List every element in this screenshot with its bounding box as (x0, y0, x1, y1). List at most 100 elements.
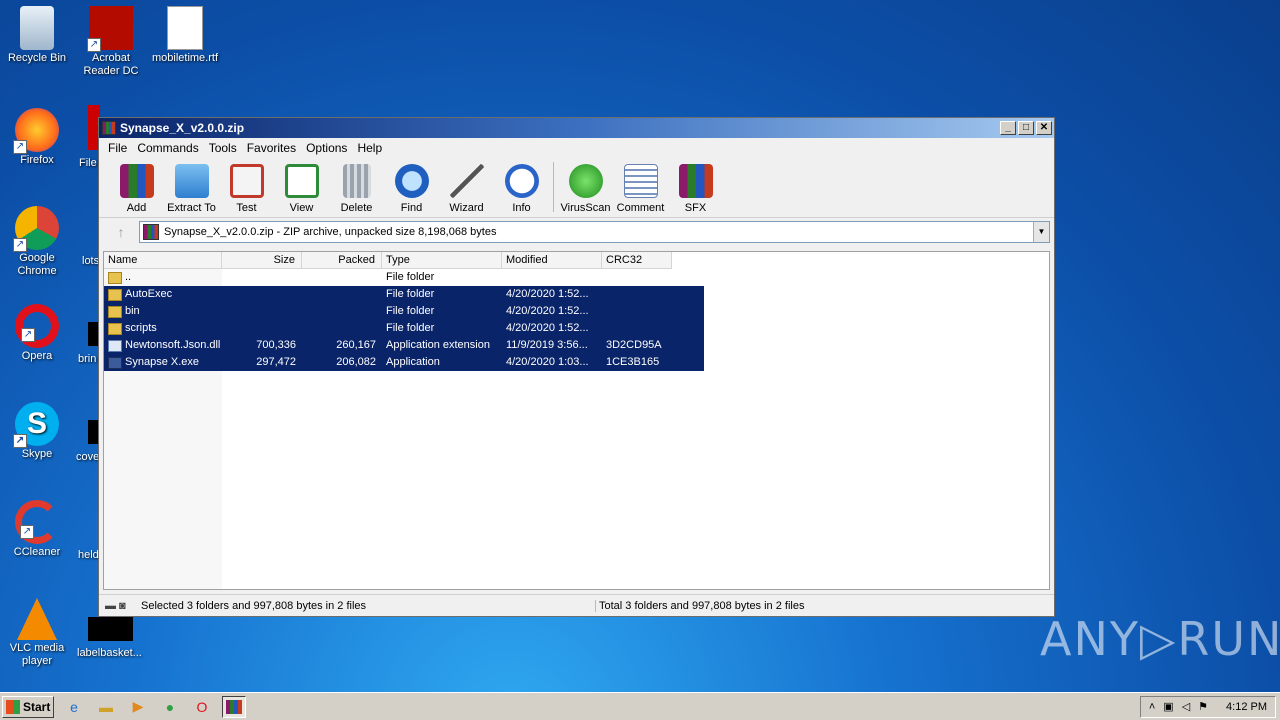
volume-icon[interactable]: ◁ (1182, 700, 1190, 713)
desktop-icon-recycle-bin[interactable]: Recycle Bin (0, 6, 74, 65)
explorer-folder-icon[interactable]: ▬ (94, 696, 118, 718)
file-name-cell: Synapse X.exe (104, 354, 222, 371)
window-titlebar[interactable]: Synapse_X_v2.0.0.zip _ □ ✕ (99, 118, 1054, 138)
info-icon (504, 164, 539, 198)
menu-tools[interactable]: Tools (204, 141, 242, 155)
wizard-button[interactable]: Wizard (439, 162, 494, 214)
size-cell (222, 303, 302, 320)
extract-folder-icon (174, 164, 209, 198)
type-cell: File folder (386, 288, 435, 300)
status-total: Total 3 folders and 997,808 bytes in 2 f… (599, 599, 805, 612)
network-icon[interactable]: ▣ (1163, 700, 1173, 713)
add-button[interactable]: Add (109, 162, 164, 214)
size-cell: 700,336 (256, 339, 296, 351)
archive-path-field[interactable]: Synapse_X_v2.0.0.zip - ZIP archive, unpa… (139, 221, 1050, 243)
menu-favorites[interactable]: Favorites (242, 141, 301, 155)
menu-help[interactable]: Help (352, 141, 387, 155)
maximize-button[interactable]: □ (1018, 121, 1034, 135)
table-row[interactable]: .. File folder (104, 269, 704, 286)
packed-cell (302, 269, 382, 286)
view-button[interactable]: View (274, 162, 329, 214)
table-row[interactable]: Synapse X.exe 297,472 206,082 Application 4/… (104, 354, 704, 371)
delete-button[interactable]: Delete (329, 162, 384, 214)
modified-cell: 4/20/2020 1:52... (506, 288, 589, 300)
wizard-wand-icon (449, 164, 484, 198)
desktop-icon-firefox[interactable]: ↗ Firefox (0, 108, 74, 167)
find-button[interactable]: Find (384, 162, 439, 214)
menu-commands[interactable]: Commands (132, 141, 203, 155)
close-button[interactable]: ✕ (1036, 121, 1052, 135)
modified-cell (502, 269, 602, 286)
modified-cell: 11/9/2019 3:56... (506, 339, 588, 351)
packed-cell: 206,082 (336, 356, 376, 368)
col-name[interactable]: Name (104, 252, 222, 268)
desktop-icon-mobiletime[interactable]: mobiletime.rtf (148, 6, 222, 65)
winrar-icon (102, 121, 116, 135)
test-button[interactable]: Test (219, 162, 274, 214)
ie-icon[interactable]: e (62, 696, 86, 718)
desktop-icon-acrobat[interactable]: ↗ Acrobat Reader DC (74, 6, 148, 78)
media-player-icon[interactable]: ▶ (126, 696, 150, 718)
opera-taskbar-icon[interactable]: O (190, 696, 214, 718)
crc32-cell (602, 320, 672, 337)
minimize-button[interactable]: _ (1000, 121, 1016, 135)
status-selected: Selected 3 folders and 997,808 bytes in … (141, 599, 596, 612)
file-name-cell: .. (104, 269, 222, 286)
windows-logo-icon (6, 699, 20, 714)
trash-icon (342, 164, 371, 198)
desktop-icon-chrome[interactable]: ↗ Google Chrome (0, 206, 74, 278)
test-clipboard-icon (229, 164, 264, 198)
desktop-icon-labelbasket[interactable] (88, 617, 133, 641)
file-list[interactable]: Name Size Packed Type Modified CRC32 .. F… (103, 251, 1050, 590)
sfx-button[interactable]: SFX (668, 162, 723, 214)
desktop-icon-vlc[interactable]: VLC media player (0, 598, 74, 668)
opera-icon: ↗ (15, 304, 59, 348)
type-cell: File folder (386, 271, 435, 283)
virus-scan-icon (568, 164, 603, 198)
comment-icon (623, 164, 658, 198)
comment-button[interactable]: Comment (613, 162, 668, 214)
virusscan-button[interactable]: VirusScan (558, 162, 613, 214)
col-modified[interactable]: Modified (502, 252, 602, 268)
col-type[interactable]: Type (382, 252, 502, 268)
skype-icon: S ↗ (13, 402, 59, 448)
col-size[interactable]: Size (222, 252, 302, 268)
chrome-taskbar-icon[interactable]: ● (158, 696, 182, 718)
desktop-icon-opera[interactable]: ↗ Opera (0, 304, 74, 363)
exe-icon (108, 356, 122, 369)
table-row[interactable]: AutoExec File folder 4/20/2020 1:52... (104, 286, 704, 303)
modified-cell: 4/20/2020 1:52... (506, 305, 589, 317)
magnifier-icon (394, 164, 429, 198)
desktop-label-lots: lots (82, 255, 100, 267)
chevron-down-icon[interactable]: ▼ (1033, 222, 1049, 242)
table-row[interactable]: Newtonsoft.Json.dll 700,336 260,167 Applica… (104, 337, 704, 354)
tray-expand-icon[interactable]: ˄ (1149, 701, 1155, 713)
flag-icon[interactable]: ⚑ (1198, 700, 1208, 713)
info-button[interactable]: Info (494, 162, 549, 214)
col-packed[interactable]: Packed (302, 252, 382, 268)
desktop-icon-ccleaner[interactable]: ↗ CCleaner (0, 500, 74, 559)
menu-options[interactable]: Options (301, 141, 352, 155)
menu-bar: File Commands Tools Favorites Options He… (99, 138, 1054, 158)
crc32-cell (602, 303, 672, 320)
firefox-icon: ↗ (13, 108, 59, 154)
size-cell (222, 286, 302, 303)
crc32-cell: 3D2CD95A (606, 339, 662, 351)
extract-to-button[interactable]: Extract To (164, 162, 219, 214)
packed-cell (302, 320, 382, 337)
dll-file-icon (108, 339, 122, 352)
start-button[interactable]: Start (2, 695, 54, 718)
up-folder-button[interactable]: ↑ (103, 221, 139, 243)
col-crc32[interactable]: CRC32 (602, 252, 672, 268)
winrar-taskbar-icon[interactable] (222, 695, 246, 718)
file-name-cell: AutoExec (104, 286, 222, 303)
desktop-icon-skype[interactable]: S ↗ Skype (0, 402, 74, 461)
file-name-cell: Newtonsoft.Json.dll (104, 337, 222, 354)
desktop-label-held: held (78, 549, 99, 561)
modified-cell: 4/20/2020 1:52... (506, 322, 589, 334)
table-row[interactable]: bin File folder 4/20/2020 1:52... (104, 303, 704, 320)
menu-file[interactable]: File (103, 141, 132, 155)
clock[interactable]: 4:12 PM (1226, 701, 1267, 713)
window-title: Synapse_X_v2.0.0.zip (120, 121, 245, 135)
table-row[interactable]: scripts File folder 4/20/2020 1:52... (104, 320, 704, 337)
